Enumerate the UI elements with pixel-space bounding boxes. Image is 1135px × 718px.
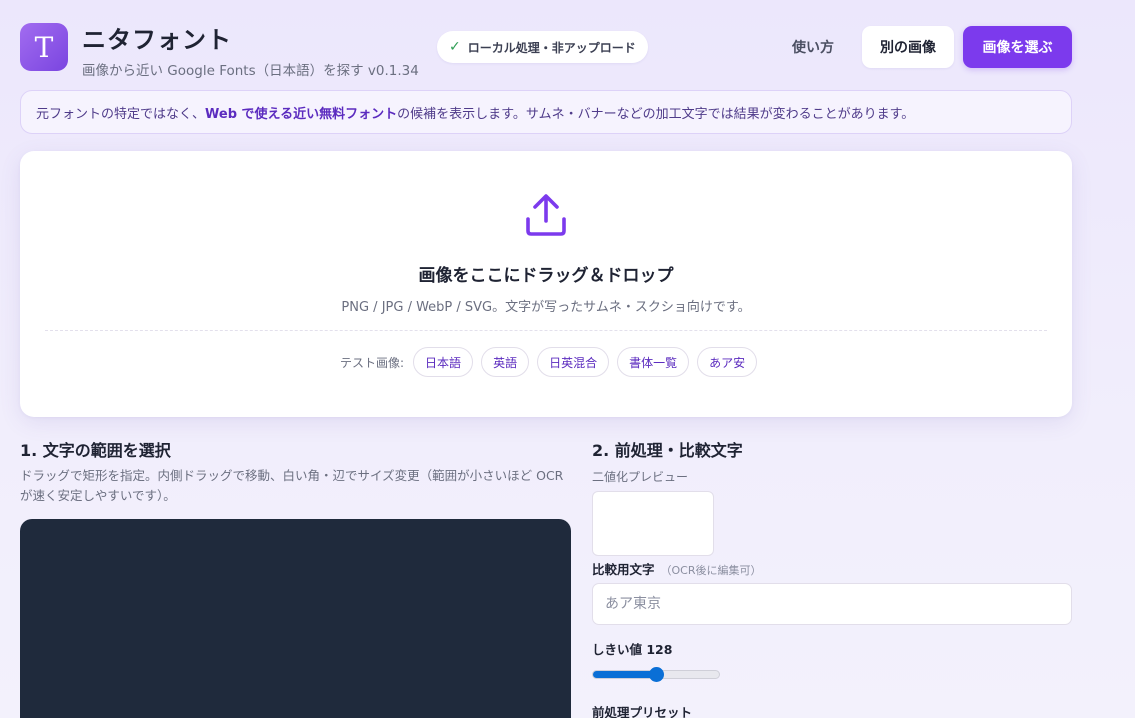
notice-suffix: の候補を表示します。サムネ・バナーなどの加工文字では結果が変わることがあります。 — [397, 106, 915, 122]
app-logo: T — [20, 23, 68, 71]
upload-dropzone[interactable]: 画像をここにドラッグ＆ドロップ PNG / JPG / WebP / SVG。文… — [20, 151, 1072, 417]
section-select-range-description: ドラッグで矩形を指定。内側ドラッグで移動、白い角・辺でサイズ変更（範囲が小さいほ… — [20, 468, 564, 503]
samples-label: テスト画像: — [340, 355, 405, 370]
selection-canvas[interactable] — [20, 519, 571, 718]
upload-title: 画像をここにドラッグ＆ドロップ — [418, 266, 674, 286]
pick-image-button[interactable]: 画像を選ぶ — [963, 26, 1072, 68]
threshold-slider-fill — [593, 671, 657, 678]
check-icon: ✓ — [449, 39, 461, 55]
sample-chip-mixed[interactable]: 日英混合 — [537, 347, 610, 377]
sample-images: テスト画像: 日本語 英語 日英混合 書体一覧 あア安 — [340, 347, 765, 377]
compare-text-input[interactable] — [592, 583, 1072, 625]
preprocess-preset-label: 前処理プリセット — [592, 705, 693, 718]
threshold-slider-thumb[interactable] — [649, 667, 664, 682]
local-badge-label: ローカル処理・非アップロード — [467, 40, 636, 55]
compare-text-label-text: 比較用文字 — [592, 562, 655, 577]
logo-letter: T — [34, 30, 54, 64]
sample-chip-font-list[interactable]: 書体一覧 — [617, 347, 690, 377]
notice-highlight: Web で使える近い無料フォント — [205, 106, 398, 122]
howto-button[interactable]: 使い方 — [776, 26, 850, 68]
sample-chip-english[interactable]: 英語 — [481, 347, 530, 377]
compare-text-note: （OCR後に編集可） — [660, 564, 762, 577]
local-processing-badge: ✓ ローカル処理・非アップロード — [437, 31, 648, 63]
compare-text-label: 比較用文字 （OCR後に編集可） — [592, 559, 762, 578]
app-page: T ニタフォント 画像から近い Google Fonts（日本語）を探す v0.… — [0, 0, 1135, 718]
app-subtitle: 画像から近い Google Fonts（日本語）を探す v0.1.34 — [82, 63, 419, 79]
sample-chip-kana-kanji[interactable]: あア安 — [697, 347, 758, 377]
notice-banner: 元フォントの特定ではなく、 Web で使える近い無料フォント の候補を表示します。サ… — [20, 90, 1072, 134]
section-select-range-title: 1. 文字の範囲を選択 — [20, 441, 171, 460]
upload-icon — [526, 194, 566, 236]
threshold-slider[interactable] — [592, 667, 722, 682]
other-image-button[interactable]: 別の画像 — [862, 26, 954, 68]
upload-divider — [45, 330, 1047, 331]
notice-prefix: 元フォントの特定ではなく、 — [36, 106, 206, 122]
binarize-preview-label: 二値化プレビュー — [592, 470, 689, 484]
app-title: ニタフォント — [82, 26, 232, 54]
threshold-label: しきい値 128 — [592, 642, 673, 657]
section-preprocess-title: 2. 前処理・比較文字 — [592, 441, 743, 460]
binarize-preview — [592, 491, 714, 556]
sample-chip-japanese[interactable]: 日本語 — [413, 347, 474, 377]
upload-hint: PNG / JPG / WebP / SVG。文字が写ったサムネ・スクショ向けで… — [341, 300, 751, 315]
